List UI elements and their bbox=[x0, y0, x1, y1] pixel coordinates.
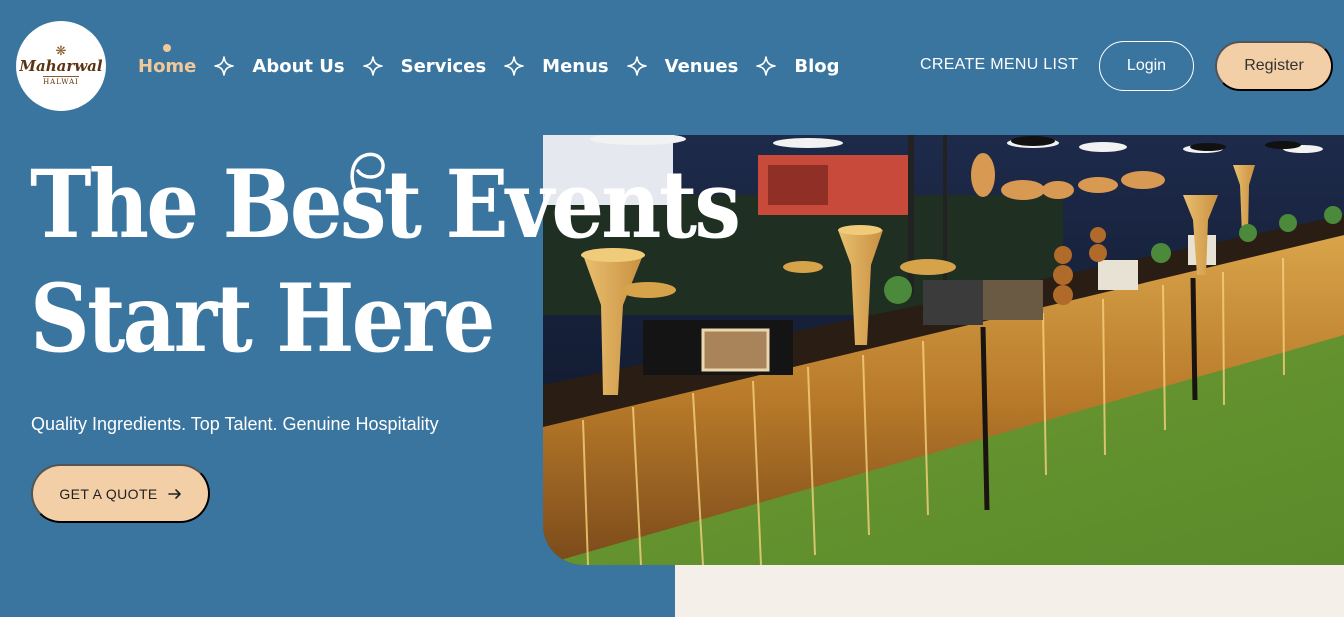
get-a-quote-button[interactable]: GET A QUOTE bbox=[31, 464, 210, 523]
nav-menus[interactable]: Menus bbox=[542, 56, 608, 77]
logo-brand-text: Maharwal bbox=[19, 57, 103, 75]
login-button[interactable]: Login bbox=[1099, 41, 1194, 91]
nav-about-us[interactable]: About Us bbox=[252, 56, 344, 77]
four-point-star-icon bbox=[362, 56, 383, 76]
arrow-right-icon bbox=[167, 487, 182, 501]
nav-services[interactable]: Services bbox=[401, 56, 487, 77]
cream-section-edge bbox=[675, 565, 1344, 617]
four-point-star-icon bbox=[214, 56, 235, 76]
get-a-quote-label: GET A QUOTE bbox=[59, 485, 158, 502]
hero-tagline: Quality Ingredients. Top Talent. Genuine… bbox=[31, 414, 439, 434]
register-button[interactable]: Register bbox=[1215, 41, 1333, 91]
nav-blog[interactable]: Blog bbox=[794, 56, 839, 77]
create-menu-list-link[interactable]: CREATE MENU LIST bbox=[920, 56, 1078, 74]
four-point-star-icon bbox=[504, 56, 524, 76]
headline-flourish-icon bbox=[350, 152, 385, 189]
hero-headline-line-2: Start Here bbox=[30, 264, 495, 374]
nav-venues[interactable]: Venues bbox=[665, 56, 739, 77]
nav-home[interactable]: Home bbox=[138, 43, 196, 77]
main-nav: Home About Us Services Menus Venues Blog bbox=[138, 43, 839, 78]
logo-sub-text: HALWAI bbox=[43, 76, 79, 86]
four-point-star-icon bbox=[626, 56, 647, 76]
four-point-star-icon bbox=[756, 56, 777, 76]
site-logo[interactable]: ❋ Maharwal HALWAI bbox=[16, 21, 106, 111]
